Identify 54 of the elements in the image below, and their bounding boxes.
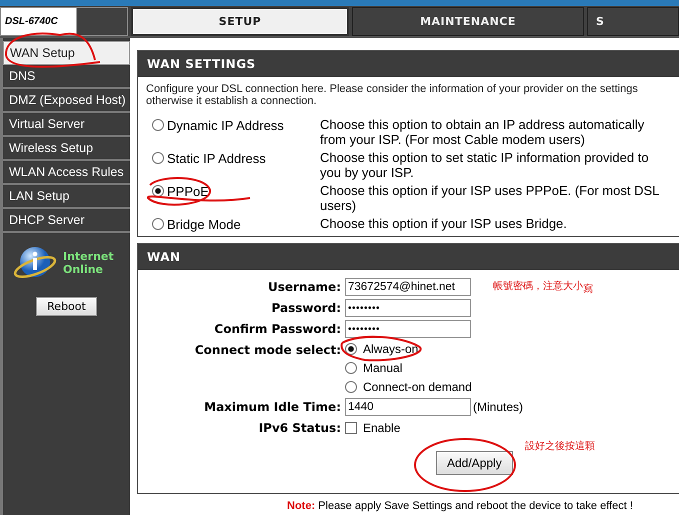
radio-label: PPPoE: [167, 184, 209, 198]
internet-status: Internet: [63, 250, 114, 263]
password-field[interactable]: ••••••••: [345, 299, 471, 317]
internet-status: Online: [63, 263, 104, 276]
radio-label: Connect-on demand: [363, 380, 472, 394]
info-globe-icon: [13, 245, 57, 281]
section-header: WAN SETTINGS: [138, 51, 679, 77]
connect-mode-radio[interactable]: Always-on: [345, 341, 418, 357]
connect-mode-radio[interactable]: Connect-on demand: [345, 379, 472, 395]
nav-tab[interactable]: MAINTENANCE: [352, 7, 584, 36]
option-description: Choose this option if your ISP uses Bridge.: [320, 216, 568, 232]
checkbox[interactable]: [345, 422, 357, 434]
connection-type-radio[interactable]: Static IP Address: [152, 150, 320, 166]
ipv6-checkbox-option[interactable]: Enable: [345, 420, 400, 436]
section-header: WAN: [138, 244, 679, 270]
confirm-password-field[interactable]: ••••••••: [345, 320, 471, 338]
note-text: Note: Please apply Save Settings and reboot the device to take effect !: [287, 500, 634, 512]
reboot-button[interactable]: Reboot: [36, 297, 97, 316]
connection-type-radio[interactable]: PPPoE: [152, 183, 320, 199]
radio-button[interactable]: [152, 152, 164, 164]
field-label: Confirm Password:: [213, 321, 341, 338]
description-text: Configure your DSL connection here. Please consider the information of your provider on the settings otherwise it establish a connection.: [146, 83, 639, 107]
unit-label: (Minutes): [473, 400, 524, 414]
field-label: Connect mode select:: [194, 342, 341, 359]
checkbox-label: Enable: [363, 421, 400, 435]
nav-tab[interactable]: S: [587, 7, 679, 36]
connect-mode-radio[interactable]: Manual: [345, 360, 402, 376]
radio-button[interactable]: [345, 381, 357, 393]
radio-button[interactable]: [152, 185, 164, 197]
radio-button[interactable]: [152, 218, 164, 230]
username-field[interactable]: 73672574@hinet.net: [345, 278, 471, 296]
radio-label: Static IP Address: [167, 150, 266, 166]
connection-type-radio[interactable]: Dynamic IP Address: [152, 117, 320, 133]
field-label: Username:: [266, 279, 341, 296]
option-description: Choose this option to set static IP information provided to you by your ISP.: [320, 150, 650, 180]
radio-button[interactable]: [345, 343, 357, 355]
field-label: IPv6 Status:: [258, 420, 341, 437]
field-label: Maximum Idle Time:: [203, 399, 341, 416]
radio-label: Manual: [363, 361, 402, 375]
annotation-text: 設好之後按這顆: [525, 440, 595, 453]
nav-tab[interactable]: SETUP: [131, 7, 349, 36]
model-logo: DSL-6740C: [5, 16, 58, 27]
radio-label: Bridge Mode: [167, 216, 241, 232]
sidebar-item[interactable]: WAN Setup: [3, 41, 130, 65]
radio-label: Dynamic IP Address: [167, 118, 284, 132]
option-description: Choose this option to obtain an IP address automatically from your ISP. (For most Cable modem users): [320, 117, 646, 147]
connection-type-radio[interactable]: Bridge Mode: [152, 216, 320, 232]
option-description: Choose this option if your ISP uses PPPoE. (For most DSL users): [320, 183, 660, 213]
radio-label: Always-on: [363, 342, 418, 356]
idle-time-field[interactable]: 1440: [345, 398, 471, 416]
apply-button[interactable]: Add/Apply: [436, 451, 513, 475]
field-label: Password:: [270, 300, 341, 317]
radio-button[interactable]: [345, 362, 357, 374]
radio-button[interactable]: [152, 119, 164, 131]
